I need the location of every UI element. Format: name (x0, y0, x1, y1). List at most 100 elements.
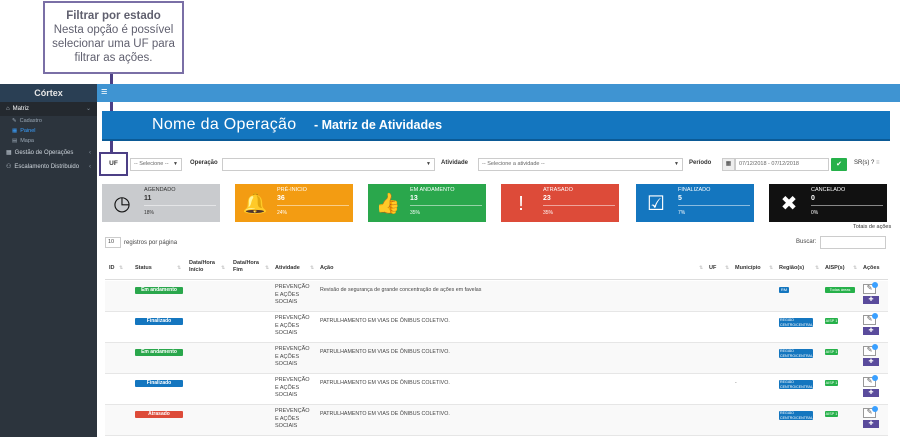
table-icon: ▦ (6, 150, 12, 156)
aisp-badge: AISP 1 (825, 318, 838, 324)
card-label: PRÉ-INICIO (277, 187, 307, 193)
sidebar-item-escalamento[interactable]: ⚇ Escalamento Distribuido ‹ (0, 160, 97, 174)
status-badge: Finalizado (135, 380, 183, 387)
menu-toggle-icon[interactable]: ≡ (101, 86, 107, 98)
uf-select[interactable]: -- Selecione -- ▼ (130, 158, 182, 171)
regiao-badge: RM (779, 287, 789, 293)
status-card[interactable]: ◷ AGENDADO 11 18% (102, 184, 220, 222)
acao-cell: PATRULHAMENTO EM VIAS DE ÔNIBUS COLETIVO… (320, 380, 450, 386)
aisp-badge: AISP 1 (825, 349, 838, 355)
status-card[interactable]: 👍 EM ANDAMENTO 13 35% (368, 184, 486, 222)
operacao-select[interactable]: ▼ (222, 158, 435, 171)
edit-icon[interactable]: ✎ (863, 344, 878, 356)
regiao-badge: REGIÃO CENTRO/CENTRAL RM (779, 349, 813, 358)
col-inicio[interactable]: Data/Hora Início (189, 260, 217, 273)
edit-icon: ✎ (12, 118, 17, 124)
sort-icon: ⇅ (769, 265, 774, 271)
atividade-select[interactable]: -- Selecione a atividade -- ▼ (478, 158, 683, 171)
edit-icon[interactable]: ✎ (863, 282, 878, 294)
sidebar-subitem-mapa[interactable]: ▤ Mapa (0, 136, 97, 146)
view-icon[interactable]: ✚ (863, 358, 879, 366)
page-length-control: 10 registros por página (105, 237, 177, 248)
sidebar-subitem-label: Mapa (20, 138, 34, 144)
view-icon[interactable]: ✚ (863, 389, 879, 397)
atividade-cell: PREVENÇÃO E AÇÕES SOCIAIS (275, 315, 310, 336)
view-icon[interactable]: ✚ (863, 327, 879, 335)
sidebar-item-matriz[interactable]: ⌂ Matriz ⌄ (0, 102, 97, 116)
list-icon[interactable]: ≡ (876, 160, 880, 166)
card-divider (543, 205, 615, 206)
home-icon: ⌂ (6, 106, 10, 112)
card-percent: 24% (277, 210, 288, 216)
page-length-select[interactable]: 10 (105, 237, 121, 248)
status-badge: Em andamento (135, 287, 183, 294)
table-row[interactable]: Em andamento PREVENÇÃO E AÇÕES SOCIAIS Rev… (105, 281, 888, 312)
col-fim[interactable]: Data/Hora Fim (233, 260, 261, 273)
status-card[interactable]: ☑ FINALIZADO 5 7% (636, 184, 754, 222)
atividade-select-value: -- Selecione a atividade -- (482, 161, 545, 167)
calendar-icon[interactable]: ▦ (722, 158, 735, 171)
card-count: 13 (410, 195, 418, 202)
col-aisp[interactable]: AISP(s) (825, 265, 845, 272)
notification-dot (872, 375, 878, 381)
operation-name: Nome da Operação (152, 116, 297, 133)
table-row[interactable]: Atrasado PREVENÇÃO E AÇÕES SOCIAIS PATRULH… (105, 405, 888, 436)
operacao-label: Operação (190, 160, 218, 166)
sidebar-item-label: Escalamento Distribuido (14, 164, 80, 170)
table-row[interactable]: Finalizado PREVENÇÃO E AÇÕES SOCIAIS PATRU… (105, 312, 888, 343)
caret-down-icon: ▼ (674, 161, 679, 167)
notification-dot (872, 282, 878, 288)
app-brand[interactable]: Córtex (0, 84, 97, 102)
card-divider (811, 205, 883, 206)
col-acao[interactable]: Ação (320, 265, 333, 272)
status-card[interactable]: ✖ CANCELADO 0 0% (769, 184, 887, 222)
aisp-badge: AISP 1 (825, 380, 838, 386)
search-input[interactable] (820, 236, 886, 249)
sidebar-item-label: Matriz (12, 106, 29, 112)
card-percent: 7% (678, 210, 686, 216)
chevron-down-icon: ⌄ (85, 106, 91, 112)
edit-icon[interactable]: ✎ (863, 406, 878, 418)
card-count: 23 (543, 195, 551, 202)
card-percent: 35% (543, 210, 554, 216)
callout-title: Filtrar por estado (66, 10, 161, 22)
table-header: ID Status Data/Hora Início Data/Hora Fim… (105, 256, 888, 280)
status-card[interactable]: ! ATRASADO 23 35% (501, 184, 619, 222)
sort-icon: ⇅ (815, 265, 820, 271)
status-card[interactable]: 🔔 PRÉ-INICIO 36 24% (235, 184, 353, 222)
uf-filter-label: UF (99, 152, 128, 176)
thumbs-up-icon: 👍 (375, 193, 401, 215)
edit-icon[interactable]: ✎ (863, 313, 878, 325)
sidebar: Córtex ⌂ Matriz ⌄ ✎ Cadastro ▦ Painel ▤ … (0, 84, 97, 437)
notification-dot (872, 344, 878, 350)
view-icon[interactable]: ✚ (863, 420, 879, 428)
periodo-value: 07/12/2018 - 07/12/2018 (739, 161, 799, 167)
col-atividade[interactable]: Atividade (275, 265, 300, 272)
view-icon[interactable]: ✚ (863, 296, 879, 304)
aisp-badge: Todas áreas (825, 287, 855, 293)
row-actions: ✎ ✚ (863, 344, 879, 366)
col-id[interactable]: ID (109, 265, 115, 272)
card-count: 5 (678, 195, 682, 202)
status-badge: Atrasado (135, 411, 183, 418)
edit-icon[interactable]: ✎ (863, 375, 878, 387)
card-percent: 0% (811, 210, 819, 216)
col-status[interactable]: Status (135, 265, 152, 272)
sidebar-subitem-painel[interactable]: ▦ Painel (0, 126, 97, 136)
apply-filter-button[interactable]: ✔ (831, 158, 847, 171)
sort-icon: ⇅ (699, 265, 704, 271)
col-regiao[interactable]: Região(s) (779, 265, 804, 272)
col-uf[interactable]: UF (709, 265, 716, 272)
sidebar-subitem-cadastro[interactable]: ✎ Cadastro (0, 116, 97, 126)
periodo-input[interactable]: 07/12/2018 - 07/12/2018 (735, 158, 829, 171)
table-row[interactable]: Finalizado PREVENÇÃO E AÇÕES SOCIAIS PATRU… (105, 374, 888, 405)
card-count: 0 (811, 195, 815, 202)
top-navbar: ≡ (97, 84, 900, 102)
callout-description: Nesta opção é possível selecionar uma UF… (52, 24, 175, 64)
regiao-badge: REGIÃO CENTRO/CENTRAL RM (779, 380, 813, 389)
col-acoes: Ações (863, 265, 880, 271)
sidebar-item-gestao[interactable]: ▦ Gestão de Operações ‹ (0, 146, 97, 160)
bell-icon: 🔔 (242, 193, 268, 215)
col-municipio[interactable]: Município (735, 265, 761, 272)
table-row[interactable]: Em andamento PREVENÇÃO E AÇÕES SOCIAIS PAT… (105, 343, 888, 374)
